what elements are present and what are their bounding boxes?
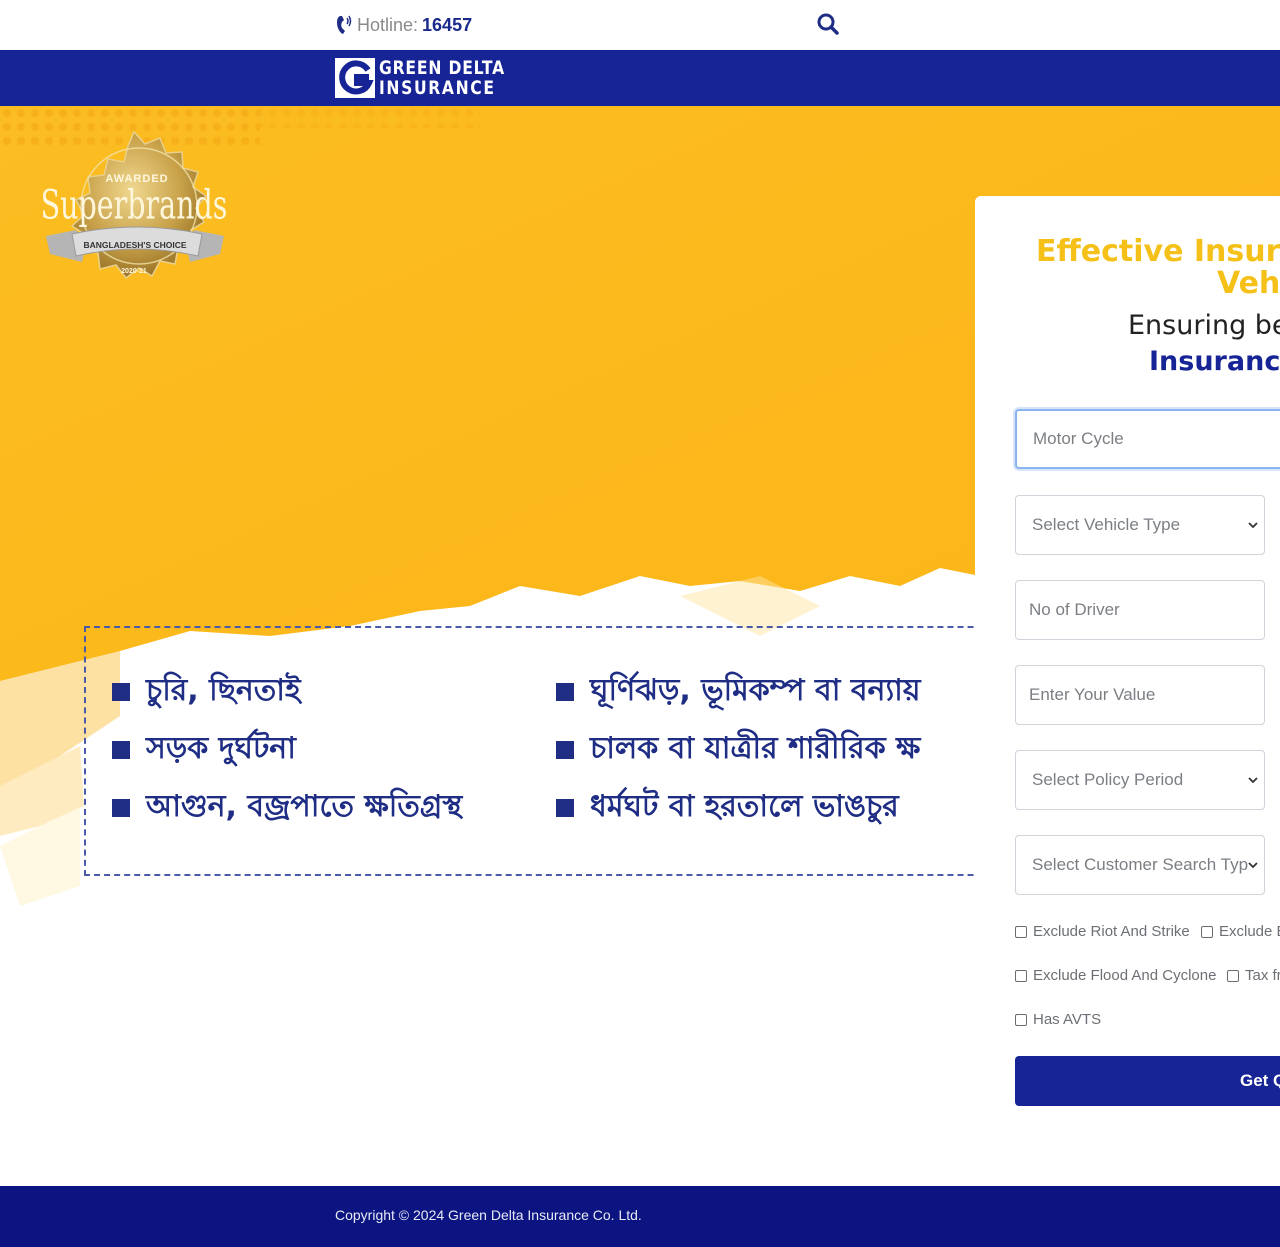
exclude-flood-checkbox[interactable]: Exclude Flood And Cyclone xyxy=(1015,967,1216,984)
checkbox-box[interactable] xyxy=(1015,969,1027,982)
bullet-square-icon xyxy=(112,798,130,817)
peril-item: চুরি, ছিনতাই xyxy=(112,666,301,717)
checkbox-box[interactable] xyxy=(1015,925,1027,938)
badge-ribbon-text: BANGLADESH'S CHOICE xyxy=(83,240,186,250)
panel-subtitle-bold: Insurance xyxy=(1149,346,1280,377)
vehicle-category-value: Motor Cycle xyxy=(1033,429,1124,448)
badge-name: Superbrands xyxy=(42,183,227,229)
panel-subtitle: Ensuring be xyxy=(1128,310,1280,341)
bullet-square-icon xyxy=(112,740,130,759)
bullet-square-icon xyxy=(556,682,574,701)
hotline[interactable]: Hotline: 16457 xyxy=(335,14,472,36)
panel-title-line1: Effective Insuran xyxy=(1036,234,1280,269)
nav-bar: GREEN DELTA INSURANCE xyxy=(0,50,1280,106)
no-of-driver-input[interactable]: No of Driver xyxy=(1015,580,1265,640)
chevron-down-icon xyxy=(1248,862,1258,869)
logo-line2: INSURANCE xyxy=(379,77,496,99)
search-icon[interactable] xyxy=(816,12,840,36)
exclude-riot-checkbox[interactable]: Exclude Riot And Strike xyxy=(1015,923,1190,940)
vehicle-type-select[interactable]: Select Vehicle Type xyxy=(1015,495,1265,555)
bullet-square-icon xyxy=(112,682,130,701)
chevron-down-icon xyxy=(1248,777,1258,784)
top-bar: Hotline: 16457 xyxy=(0,0,1280,50)
has-avts-checkbox[interactable]: Has AVTS xyxy=(1015,1011,1101,1028)
bullet-square-icon xyxy=(556,798,574,817)
exclude-e-checkbox[interactable]: Exclude E xyxy=(1201,923,1280,940)
quote-panel: Effective Insuran Vehi Ensuring be Insur… xyxy=(975,196,1280,1156)
hotline-number[interactable]: 16457 xyxy=(422,15,472,36)
peril-item: আগুন, বজ্রপাতে ক্ষতিগ্রস্থ xyxy=(112,782,462,833)
logo-mark-icon xyxy=(335,58,375,98)
logo-line1: GREEN DELTA xyxy=(379,57,505,79)
policy-period-select[interactable]: Select Policy Period xyxy=(1015,750,1265,810)
peril-item: চালক বা যাত্রীর শারীরিক ক্ষ xyxy=(556,724,920,775)
tax-free-checkbox[interactable]: Tax fr xyxy=(1227,967,1280,984)
checkbox-box[interactable] xyxy=(1201,925,1213,938)
vehicle-category-field[interactable]: Motor Cycle xyxy=(1015,409,1280,469)
checkbox-box[interactable] xyxy=(1015,1013,1027,1026)
hotline-label: Hotline: xyxy=(357,14,419,35)
bullet-square-icon xyxy=(556,740,574,759)
footer: Copyright © 2024 Green Delta Insurance C… xyxy=(0,1186,1280,1247)
chevron-down-icon xyxy=(1248,522,1258,529)
badge-year: 2020-21 xyxy=(121,268,147,275)
peril-item: ধর্মঘট বা হরতালে ভাঙচুর xyxy=(556,782,899,833)
phone-icon xyxy=(337,15,352,34)
peril-item: সড়ক দুর্ঘটনা xyxy=(112,724,296,775)
logo[interactable]: GREEN DELTA INSURANCE xyxy=(335,58,533,98)
panel-title-line2: Vehi xyxy=(1217,266,1280,301)
get-quote-button[interactable]: Get Q xyxy=(1015,1056,1280,1106)
customer-search-type-select[interactable]: Select Customer Search Typ xyxy=(1015,835,1265,895)
superbrands-badge: AWARDED Superbrands BANGLADESH'S CHOICE … xyxy=(42,130,227,280)
copyright-text: Copyright © 2024 Green Delta Insurance C… xyxy=(335,1207,642,1223)
hero-banner: AWARDED Superbrands BANGLADESH'S CHOICE … xyxy=(0,106,1280,1186)
peril-item: ঘূর্ণিঝড়, ভূমিকম্প বা বন্যায় xyxy=(556,666,921,717)
checkbox-box[interactable] xyxy=(1227,969,1239,982)
logo-text: GREEN DELTA INSURANCE xyxy=(379,58,505,98)
vehicle-value-input[interactable]: Enter Your Value xyxy=(1015,665,1265,725)
